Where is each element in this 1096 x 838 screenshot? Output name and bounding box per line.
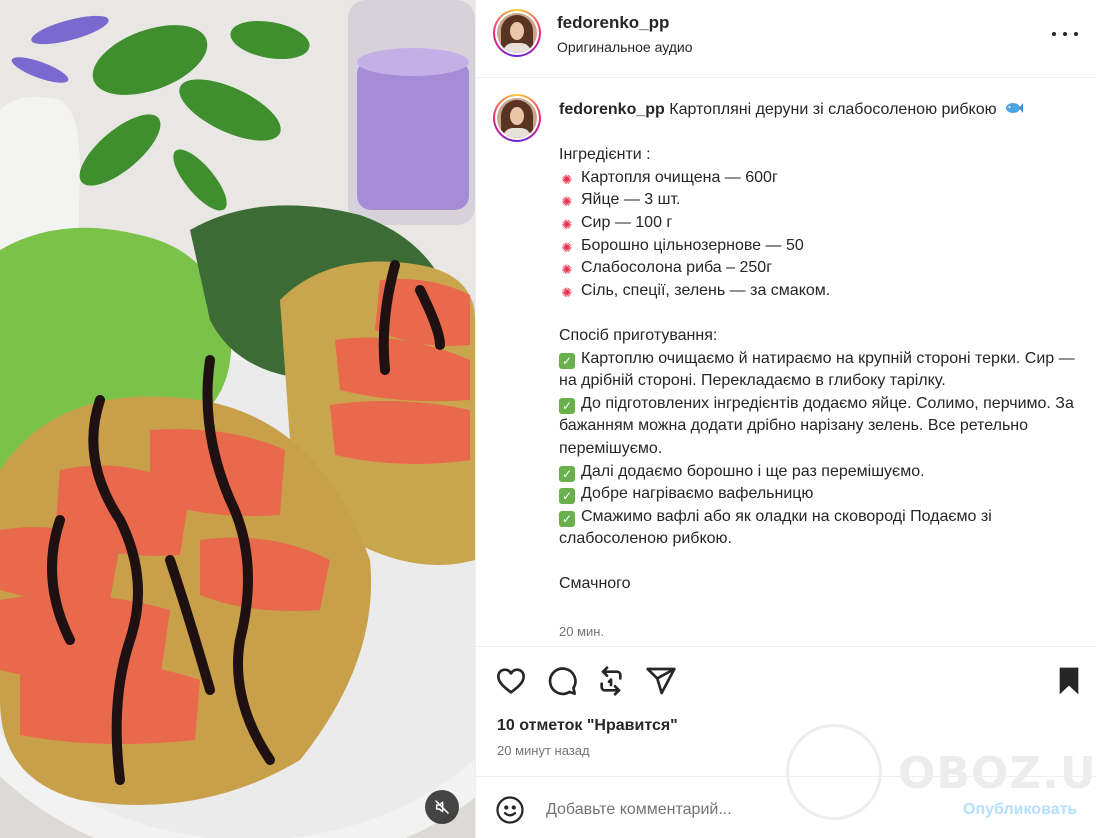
heart-icon[interactable] — [495, 665, 527, 697]
anger-symbol-icon: ✺ — [561, 194, 573, 210]
bookmark-icon[interactable] — [1053, 665, 1085, 697]
publish-button[interactable]: Опубликовать — [963, 801, 1077, 819]
action-bar: 10 отметок "Нравится" 20 минут назад — [476, 646, 1096, 786]
anger-symbol-icon: ✺ — [561, 284, 573, 300]
anger-symbol-icon: ✺ — [561, 216, 573, 232]
comment-input[interactable] — [546, 799, 906, 821]
speaker-muted-icon — [435, 800, 449, 814]
caption-area[interactable]: fedorenko_pp Картопляні деруни зі слабос… — [476, 79, 1096, 646]
check-mark-icon: ✓ — [559, 488, 575, 505]
caption-avatar[interactable] — [493, 94, 541, 142]
likes-count[interactable]: 10 отметок "Нравится" — [497, 717, 678, 735]
profile-photo — [497, 98, 537, 138]
ingredient-item: Картопля очищена — 600г — [581, 168, 778, 186]
check-mark-icon: ✓ — [559, 397, 575, 414]
closing-text: Смачного — [559, 575, 631, 593]
check-mark-icon: ✓ — [559, 465, 575, 482]
post-header: fedorenko_pp Оригинальное аудио — [476, 0, 1096, 78]
step-item: Далі додаємо борошно і ще раз перемішуєм… — [581, 462, 925, 480]
audio-label[interactable]: Оригинальное аудио — [557, 39, 693, 55]
method-heading: Спосіб приготування: — [559, 326, 718, 344]
anger-symbol-icon: ✺ — [561, 239, 573, 255]
repost-icon[interactable] — [595, 665, 627, 697]
caption-time[interactable]: 20 мин. — [559, 624, 604, 639]
anger-symbol-icon: ✺ — [561, 171, 573, 187]
header-username[interactable]: fedorenko_pp — [557, 13, 669, 33]
ingredient-item: Сир — 100 г — [581, 213, 673, 231]
ingredient-item: Сіль, спеції, зелень — за смаком. — [581, 281, 831, 299]
emoji-smile-icon[interactable] — [495, 795, 525, 825]
step-item: Смажимо вафлі або як оладки на сковороді… — [559, 507, 992, 548]
check-mark-icon: ✓ — [559, 510, 575, 527]
comment-bar: Опубликовать — [476, 776, 1096, 838]
post-media[interactable] — [0, 0, 475, 838]
food-photo — [0, 0, 475, 838]
ingredient-item: Борошно цільнозернове — 50 — [581, 236, 804, 254]
anger-symbol-icon: ✺ — [561, 262, 573, 278]
ingredient-item: Яйце — 3 шт. — [581, 191, 681, 209]
more-options-button[interactable] — [1052, 24, 1078, 44]
comment-icon[interactable] — [546, 665, 578, 697]
caption-username[interactable]: fedorenko_pp — [559, 101, 665, 118]
step-item: Добре нагріваємо вафельницю — [581, 485, 814, 503]
profile-photo — [497, 13, 537, 53]
step-item: Картоплю очищаємо й натираємо на крупній… — [559, 349, 1075, 390]
mute-button[interactable] — [425, 790, 459, 824]
fish-emoji-icon — [1006, 103, 1024, 113]
caption-text: fedorenko_pp Картопляні деруни зі слабос… — [559, 99, 1079, 596]
post-panel: fedorenko_pp Оригинальное аудио fedorenk… — [475, 0, 1096, 838]
check-mark-icon: ✓ — [559, 352, 575, 369]
more-dots-icon — [1052, 32, 1056, 36]
caption-title: Картопляні деруни зі слабосоленою рибкою — [669, 101, 997, 118]
ingredient-item: Слабосолона риба – 250г — [581, 259, 773, 277]
share-icon[interactable] — [645, 665, 677, 697]
ingredients-heading: Інгредієнти : — [559, 146, 651, 164]
step-item: До підготовлених інгредієнтів додаємо яй… — [559, 394, 1074, 457]
avatar[interactable] — [493, 9, 541, 57]
post-timestamp[interactable]: 20 минут назад — [497, 743, 590, 758]
